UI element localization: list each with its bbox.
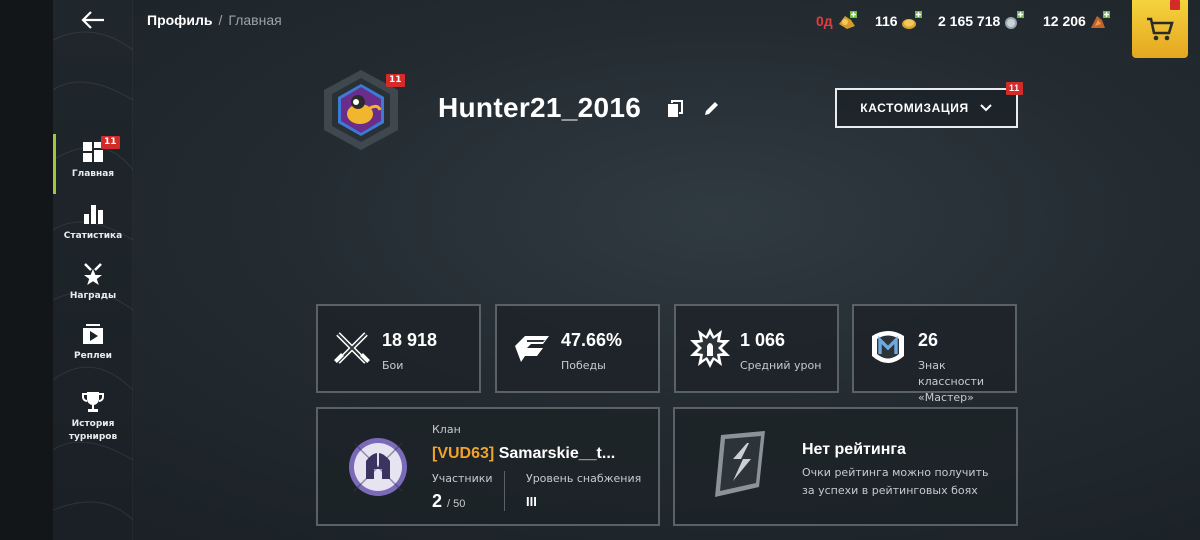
chevron-down-icon [980,104,992,112]
free-xp-icon [1090,11,1110,28]
stat-card-battles[interactable]: 18 918 Бои [316,304,481,393]
clan-supply-value: III [526,494,537,509]
rating-title: Нет рейтинга [802,441,906,458]
customize-notification-badge: 11 [1006,82,1023,95]
customize-button-label: КАСТОМИЗАЦИЯ [860,101,969,115]
free-xp-value: 12 206 [1043,13,1086,29]
stat-value: 26 [918,330,939,350]
stat-card-mastery-badge[interactable]: 26 Знак классности «Мастер» [852,304,1017,404]
sidebar-item-label: Реплеи [74,350,112,361]
breadcrumb-page: Главная [228,12,282,28]
premium-time-icon [838,11,857,29]
replay-play-icon [83,323,103,344]
sidebar-item-label: Статистика [63,230,123,241]
avatar-notification-badge: 11 [386,74,405,87]
stat-value: 47.66% [561,330,623,350]
stat-label: Бои [382,359,404,372]
breadcrumb-separator: / [218,12,223,28]
stat-card-victories[interactable]: 47.66% Победы [495,304,660,393]
copy-icon[interactable] [667,100,683,118]
clan-members-label: Участники [432,472,493,485]
gold-icon [901,11,922,29]
edit-pencil-icon[interactable] [702,100,720,118]
sidebar-item-label: История турниров [68,419,118,442]
divider [504,471,505,511]
free-xp-counter[interactable]: 12 206 [1043,10,1111,32]
sidebar-item-awards[interactable]: Награды [53,252,133,312]
stat-value: 18 918 [382,330,438,350]
clan-members-count: 2 / 50 [432,491,465,512]
premium-time-value: 0д [816,13,833,29]
clan-supply-label: Уровень снабжения [526,472,642,485]
sidebar: Главная 11 Статистика Награды Реплеи Ист… [53,0,133,540]
award-star-icon [84,262,102,285]
breadcrumb-current[interactable]: Профиль [147,12,213,28]
stat-label: Средний урон [740,359,822,372]
clan-name: [VUD63] Samarskie__t... [432,445,615,463]
stat-card-average-damage[interactable]: 1 066 Средний урон [674,304,839,393]
clan-members-value: 2 [432,491,443,511]
sidebar-item-tournament-history[interactable]: История турниров [53,382,133,452]
sidebar-item-label: Главная [71,168,115,179]
clan-tag: [VUD63] [432,445,495,462]
victory-wing-icon [515,336,549,362]
clan-title: Samarskie__t... [498,445,616,462]
sidebar-item-statistics[interactable]: Статистика [53,192,133,252]
shopping-cart-icon [1147,17,1174,41]
back-arrow-icon[interactable] [80,10,106,30]
stat-label: Знак классности «Мастер» [918,359,985,404]
credits-counter[interactable]: 2 165 718 [938,10,1025,32]
breadcrumb: Профиль / Главная [147,12,282,28]
stat-label: Победы [561,359,606,372]
sidebar-item-label: Награды [69,290,117,301]
gold-value: 116 [875,13,898,29]
premium-time-counter[interactable]: 0д [816,10,858,32]
customize-button[interactable]: КАСТОМИЗАЦИЯ 11 [835,82,1023,128]
rating-description: Очки рейтинга можно получить за успехи в… [802,466,989,497]
left-edge [0,0,53,540]
clan-spartan-helmet-icon [349,438,407,496]
rating-shield-icon [715,431,765,497]
shop-button[interactable] [1132,0,1188,58]
username: Hunter21_2016 [438,92,642,123]
sidebar-item-home[interactable]: Главная 11 [53,130,133,194]
clan-card[interactable]: Клан [VUD63] Samarskie__t... Участники 2… [316,407,660,526]
bar-chart-icon [84,204,103,224]
sidebar-item-replays[interactable]: Реплеи [53,312,133,372]
credits-value: 2 165 718 [938,13,1001,29]
gold-counter[interactable]: 116 [875,10,923,32]
explosion-shell-icon [690,328,730,368]
credits-icon [1005,11,1025,29]
notification-badge: 11 [101,136,120,149]
mastery-badge-icon [872,331,904,363]
crossed-swords-icon [334,332,370,364]
clan-caption: Клан [432,423,461,436]
stat-value: 1 066 [740,330,786,350]
clan-members-max: / 50 [447,498,466,510]
rating-card[interactable]: Нет рейтинга Очки рейтинга можно получит… [673,407,1018,526]
trophy-icon [82,392,104,412]
shop-notification-icon [1170,0,1180,10]
